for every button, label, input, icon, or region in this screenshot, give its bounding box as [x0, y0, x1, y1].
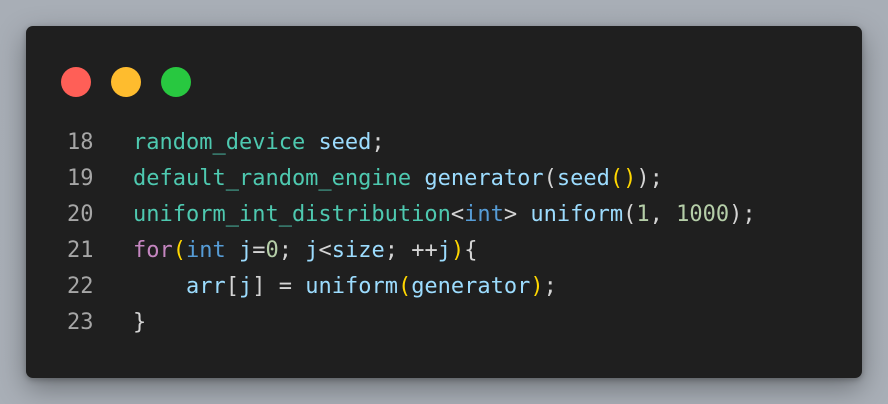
- code-token: int: [464, 202, 504, 227]
- code-token: random_device: [133, 130, 306, 155]
- code-token: ] =: [252, 274, 306, 299]
- code-text: arr[j] = uniform(generator);: [133, 269, 557, 305]
- code-token: }: [133, 310, 147, 335]
- code-token: (: [397, 274, 412, 299]
- code-token: ;: [278, 238, 306, 263]
- code-token: );: [636, 166, 663, 191]
- code-token: 1000: [676, 202, 730, 227]
- code-token: int: [186, 238, 226, 263]
- code-token: generator: [424, 166, 544, 191]
- code-token: uniform_int_distribution: [133, 202, 451, 227]
- code-token: =: [252, 238, 266, 263]
- code-token: ;: [371, 130, 385, 155]
- code-token: );: [729, 202, 756, 227]
- code-token: arr: [185, 274, 226, 299]
- line-number: 19: [67, 166, 94, 191]
- code-token: uniform: [305, 274, 398, 299]
- code-token: [: [225, 274, 239, 299]
- code-token: ;: [543, 274, 557, 299]
- line-number: 20: [67, 202, 94, 227]
- line-number: 23: [67, 310, 94, 335]
- code-token: 0: [265, 238, 279, 263]
- code-token: j: [239, 238, 253, 263]
- code-token: seed: [318, 130, 372, 155]
- code-token: (): [609, 166, 637, 191]
- code-line: 21 for(int j=0; j<size; ++j){: [26, 233, 862, 269]
- code-token: seed: [556, 166, 610, 191]
- code-token: {: [464, 238, 478, 263]
- code-token: ): [530, 274, 544, 299]
- code-line: 22 arr[j] = uniform(generator);: [26, 269, 862, 305]
- code-token: (: [543, 166, 557, 191]
- close-button[interactable]: [61, 67, 91, 97]
- code-text: for(int j=0; j<size; ++j){: [133, 233, 477, 269]
- code-text: random_device seed;: [133, 125, 385, 161]
- code-token: 1: [636, 202, 650, 227]
- line-number: 18: [67, 130, 94, 155]
- code-token: uniform: [530, 202, 624, 227]
- code-block: 18 random_device seed; 19 default_random_en…: [26, 125, 862, 341]
- code-token: <: [450, 202, 465, 227]
- code-line: 19 default_random_engine generator(seed()…: [26, 161, 862, 197]
- code-token: j: [437, 238, 451, 263]
- code-window: 18 random_device seed; 19 default_random_en…: [26, 26, 862, 378]
- line-number: 21: [67, 238, 94, 263]
- minimize-button[interactable]: [111, 67, 141, 97]
- code-token: <: [318, 238, 332, 263]
- line-number: 22: [67, 274, 94, 299]
- code-token: default_random_engine: [133, 166, 412, 191]
- code-token: ,: [649, 202, 677, 227]
- code-token: for: [133, 238, 173, 263]
- code-text: }: [133, 305, 146, 341]
- code-token: (: [172, 238, 186, 263]
- code-line: 20 uniform_int_distribution<int> uniform(…: [26, 197, 862, 233]
- window-controls: [61, 67, 191, 97]
- code-token: size: [331, 238, 385, 263]
- code-token: >: [503, 202, 531, 227]
- code-line: 18 random_device seed;: [26, 125, 862, 161]
- code-text: uniform_int_distribution<int> uniform(1,…: [133, 197, 756, 233]
- code-token: j: [238, 274, 253, 299]
- code-token: (: [623, 202, 637, 227]
- code-line: 23}: [26, 305, 862, 341]
- zoom-button[interactable]: [161, 67, 191, 97]
- code-token: generator: [411, 274, 531, 299]
- code-token: j: [305, 238, 319, 263]
- code-text: default_random_engine generator(seed());: [133, 161, 663, 197]
- code-token: ): [450, 238, 465, 263]
- code-token: ; ++: [384, 238, 438, 263]
